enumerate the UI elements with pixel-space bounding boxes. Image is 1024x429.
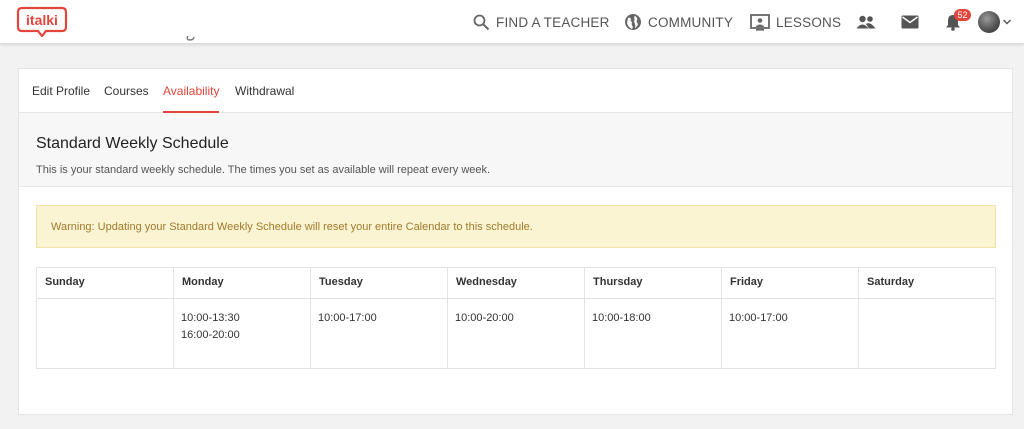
contacts-button[interactable] xyxy=(856,0,876,44)
day-cell-saturday[interactable] xyxy=(858,298,996,369)
schedule-slots-row: 10:00-13:30 16:00-20:00 10:00-17:00 10:0… xyxy=(36,298,996,369)
top-navigation-bar: italki FIND A TEACHER COMMUNITY LESSONS xyxy=(0,0,1024,44)
day-cell-monday[interactable]: 10:00-13:30 16:00-20:00 xyxy=(173,298,311,369)
time-slot[interactable]: 10:00-18:00 xyxy=(592,310,721,327)
time-slot[interactable]: 10:00-17:00 xyxy=(729,310,858,327)
day-header-sunday: Sunday xyxy=(36,267,174,299)
day-header-saturday: Saturday xyxy=(858,267,996,299)
day-header-thursday: Thursday xyxy=(584,267,722,299)
day-header-friday: Friday xyxy=(721,267,859,299)
tab-withdrawal[interactable]: Withdrawal xyxy=(235,69,294,113)
day-cell-wednesday[interactable]: 10:00-20:00 xyxy=(447,298,585,369)
lessons-screen-icon xyxy=(750,13,770,31)
globe-icon xyxy=(625,14,641,30)
time-slot[interactable]: 10:00-17:00 xyxy=(318,310,447,327)
chevron-down-icon xyxy=(1003,19,1011,25)
tab-availability[interactable]: Availability xyxy=(163,69,220,113)
time-slot[interactable]: 10:00-13:30 xyxy=(181,310,310,327)
people-icon xyxy=(856,15,876,29)
avatar xyxy=(978,11,1000,33)
settings-tabs: Edit Profile Courses Availability Withdr… xyxy=(19,69,1012,113)
day-header-wednesday: Wednesday xyxy=(447,267,585,299)
notifications-button[interactable]: 52 xyxy=(945,0,971,44)
profile-settings-card: Edit Profile Courses Availability Withdr… xyxy=(18,68,1013,415)
nav-community-label: COMMUNITY xyxy=(648,14,734,30)
notification-count-badge: 52 xyxy=(954,9,971,21)
mail-icon xyxy=(901,15,919,29)
italki-logo[interactable]: italki xyxy=(16,5,68,37)
time-slot[interactable]: 10:00-20:00 xyxy=(455,310,584,327)
nav-find-a-teacher[interactable]: FIND A TEACHER xyxy=(473,0,610,44)
messages-button[interactable] xyxy=(901,0,919,44)
day-cell-thursday[interactable]: 10:00-18:00 xyxy=(584,298,722,369)
tab-courses[interactable]: Courses xyxy=(104,69,149,113)
nav-find-a-teacher-label: FIND A TEACHER xyxy=(496,14,610,30)
nav-community[interactable]: COMMUNITY xyxy=(624,0,733,44)
logo-text: italki xyxy=(26,12,58,28)
user-menu[interactable] xyxy=(978,0,1012,44)
page-heading-fragment xyxy=(186,36,195,41)
weekly-schedule-table: Sunday Monday Tuesday Wednesday Thursday… xyxy=(36,267,996,369)
section-title: Standard Weekly Schedule xyxy=(36,135,229,152)
day-header-tuesday: Tuesday xyxy=(310,267,448,299)
day-cell-tuesday[interactable]: 10:00-17:00 xyxy=(310,298,448,369)
search-icon xyxy=(473,14,490,30)
warning-banner: Warning: Updating your Standard Weekly S… xyxy=(36,205,996,248)
nav-lessons-label: LESSONS xyxy=(776,14,842,30)
time-slot[interactable]: 16:00-20:00 xyxy=(181,327,310,344)
day-header-monday: Monday xyxy=(173,267,311,299)
nav-lessons[interactable]: LESSONS xyxy=(750,0,841,44)
tab-edit-profile[interactable]: Edit Profile xyxy=(32,69,90,113)
day-cell-sunday[interactable] xyxy=(36,298,174,369)
day-cell-friday[interactable]: 10:00-17:00 xyxy=(721,298,859,369)
section-description: This is your standard weekly schedule. T… xyxy=(36,164,491,176)
schedule-section-header: Standard Weekly Schedule This is your st… xyxy=(19,113,1012,187)
schedule-header-row: Sunday Monday Tuesday Wednesday Thursday… xyxy=(36,267,996,299)
